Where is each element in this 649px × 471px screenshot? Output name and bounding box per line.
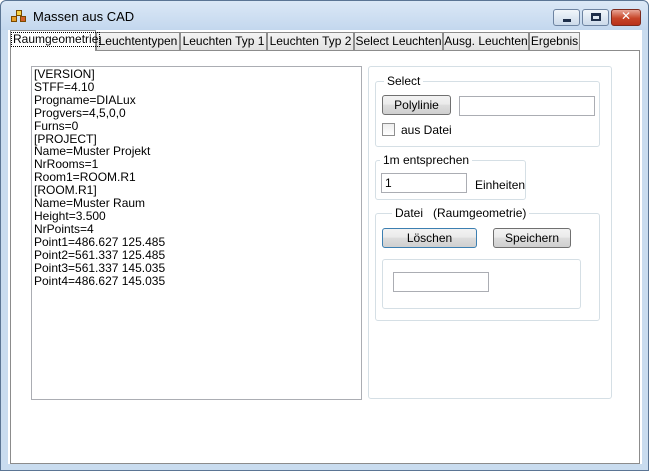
- file-input[interactable]: [393, 272, 489, 292]
- tab-panel-raumgeometrie: [VERSION] STFF=4.10 Progname=DIALux Prog…: [10, 50, 640, 464]
- tab-label: Raumgeometrie: [11, 32, 101, 47]
- scale-group: 1m entsprechen 1 Einheiten: [375, 153, 526, 200]
- tab-ausg-leuchten[interactable]: Ausg. Leuchten: [443, 32, 529, 50]
- client-area: Raumgeometrie Leuchtentypen Leuchten Typ…: [8, 30, 642, 464]
- tab-label: Leuchtentypen: [98, 34, 178, 48]
- from-file-checkbox[interactable]: [382, 123, 395, 136]
- tab-label: Ergebnis: [530, 34, 579, 48]
- save-button[interactable]: Speichern: [493, 228, 571, 248]
- close-icon: ✕: [620, 9, 632, 23]
- from-file-label: aus Datei: [401, 123, 452, 137]
- minimize-icon: [563, 19, 571, 22]
- tab-leuchten-typ-2[interactable]: Leuchten Typ 2: [267, 32, 354, 50]
- scale-unit-label: Einheiten: [475, 178, 526, 192]
- select-group-legend: Select: [384, 74, 424, 88]
- tab-leuchten-typ-1[interactable]: Leuchten Typ 1: [180, 32, 267, 50]
- maximize-icon: [591, 13, 601, 21]
- delete-button[interactable]: Löschen: [382, 228, 477, 248]
- tab-label: Leuchten Typ 2: [269, 34, 352, 48]
- tab-ergebnis[interactable]: Ergebnis: [529, 32, 580, 50]
- title-bar[interactable]: Massen aus CAD ✕: [1, 1, 648, 30]
- tab-select-leuchten[interactable]: Select Leuchten: [354, 32, 443, 50]
- polyline-button[interactable]: Polylinie: [382, 95, 451, 115]
- file-group-legend: Datei (Raumgeometrie): [392, 206, 530, 220]
- options-panel: Select Polylinie aus Datei 1m entspreche…: [368, 66, 612, 399]
- select-group: Select Polylinie aus Datei: [375, 74, 600, 147]
- close-button[interactable]: ✕: [611, 9, 641, 26]
- tab-label: Select Leuchten: [355, 34, 442, 48]
- scale-input[interactable]: 1: [381, 173, 467, 193]
- geometry-textarea[interactable]: [VERSION] STFF=4.10 Progname=DIALux Prog…: [31, 66, 362, 400]
- app-icon: [11, 10, 27, 23]
- maximize-button[interactable]: [582, 9, 609, 26]
- main-window: Massen aus CAD ✕ Raumgeometrie Leuchtent…: [0, 0, 649, 471]
- polyline-field[interactable]: [459, 96, 595, 116]
- tab-label: Ausg. Leuchten: [444, 34, 528, 48]
- tab-label: Leuchten Typ 1: [182, 34, 265, 48]
- minimize-button[interactable]: [553, 9, 580, 26]
- file-inner-group: [382, 259, 581, 309]
- tab-raumgeometrie[interactable]: Raumgeometrie: [10, 30, 101, 51]
- scale-group-legend: 1m entsprechen: [380, 153, 473, 167]
- tab-leuchtentypen[interactable]: Leuchtentypen: [96, 32, 180, 50]
- file-group: Datei (Raumgeometrie) Löschen Speichern: [375, 206, 600, 321]
- window-title: Massen aus CAD: [33, 9, 135, 24]
